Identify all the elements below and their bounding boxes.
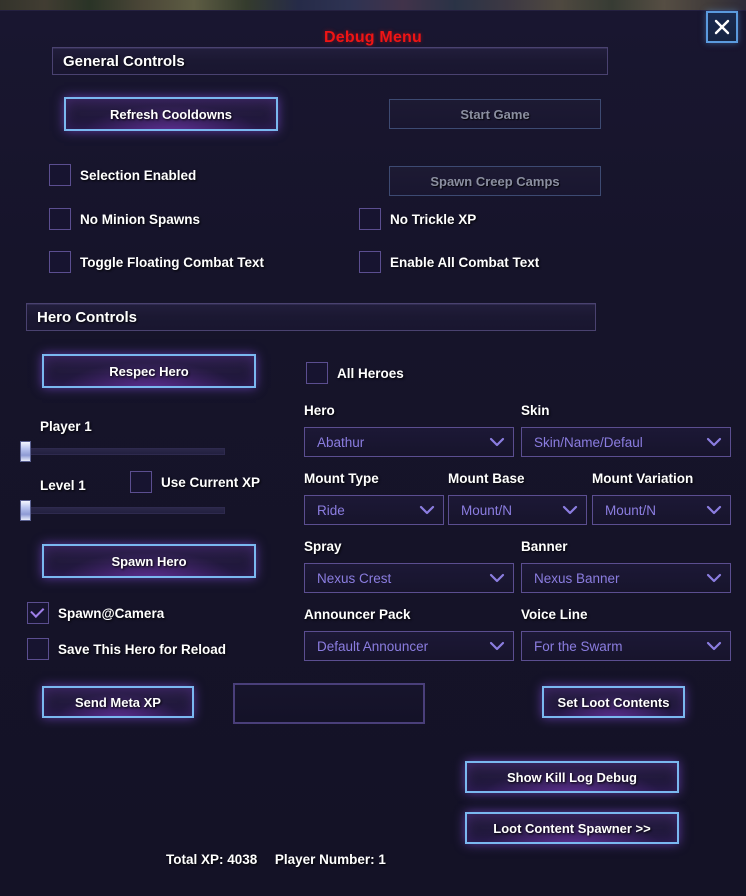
dropdown-mount-base[interactable]: Mount/N bbox=[448, 495, 587, 525]
checkbox-selection-enabled-box[interactable] bbox=[49, 164, 71, 186]
dropdown-banner[interactable]: Nexus Banner bbox=[521, 563, 731, 593]
checkbox-use-current-xp-label: Use Current XP bbox=[161, 474, 261, 490]
level-slider[interactable] bbox=[20, 500, 225, 521]
checkbox-selection-enabled[interactable]: Selection Enabled bbox=[49, 164, 196, 186]
checkbox-no-trickle-xp[interactable]: No Trickle XP bbox=[359, 208, 476, 230]
level-slider-track[interactable] bbox=[28, 507, 225, 514]
chevron-down-icon bbox=[489, 573, 505, 583]
dropdown-mount-variation-label: Mount Variation bbox=[592, 471, 694, 486]
dropdown-spray[interactable]: Nexus Crest bbox=[304, 563, 514, 593]
dropdown-mount-variation[interactable]: Mount/N bbox=[592, 495, 731, 525]
level-slider-label: Level 1 bbox=[40, 478, 86, 493]
checkbox-spawn-at-camera[interactable]: Spawn@Camera bbox=[27, 602, 164, 624]
player-slider-label: Player 1 bbox=[40, 419, 92, 434]
menu-title: Debug Menu bbox=[324, 29, 422, 46]
chevron-down-icon bbox=[706, 641, 722, 651]
checkbox-toggle-floating-combat-text[interactable]: Toggle Floating Combat Text bbox=[49, 251, 264, 273]
start-game-button: Start Game bbox=[389, 99, 601, 129]
checkbox-all-heroes-box[interactable] bbox=[306, 362, 328, 384]
dropdown-voice-line-label: Voice Line bbox=[521, 607, 588, 622]
debug-menu-panel: Debug Menu General Controls Refresh Cool… bbox=[0, 10, 746, 896]
loot-content-spawner-button[interactable]: Loot Content Spawner >> bbox=[465, 812, 679, 844]
checkbox-enable-all-combat-text-label: Enable All Combat Text bbox=[390, 254, 540, 270]
dropdown-mount-base-label: Mount Base bbox=[448, 471, 525, 486]
respec-hero-button[interactable]: Respec Hero bbox=[42, 354, 256, 388]
checkbox-toggle-floating-combat-text-label: Toggle Floating Combat Text bbox=[80, 254, 264, 270]
dropdown-mount-base-value: Mount/N bbox=[461, 502, 513, 518]
chevron-down-icon bbox=[562, 505, 578, 515]
level-slider-handle[interactable] bbox=[20, 500, 31, 521]
game-background-strip bbox=[0, 0, 746, 10]
dropdown-mount-type-value: Ride bbox=[317, 502, 345, 518]
checkbox-toggle-floating-combat-text-box[interactable] bbox=[49, 251, 71, 273]
send-meta-xp-button[interactable]: Send Meta XP bbox=[42, 686, 194, 718]
checkbox-all-heroes[interactable]: All Heroes bbox=[306, 362, 404, 384]
checkbox-no-trickle-xp-box[interactable] bbox=[359, 208, 381, 230]
section-header-hero-controls-label: Hero Controls bbox=[37, 308, 138, 326]
dropdown-hero[interactable]: Abathur bbox=[304, 427, 514, 457]
checkbox-use-current-xp[interactable]: Use Current XP bbox=[130, 471, 260, 493]
dropdown-voice-line[interactable]: For the Swarm bbox=[521, 631, 731, 661]
dropdown-skin[interactable]: Skin/Name/Defaul bbox=[521, 427, 731, 457]
status-bar: Total XP: 4038 Player Number: 1 bbox=[166, 852, 386, 867]
checkbox-no-trickle-xp-label: No Trickle XP bbox=[390, 211, 477, 227]
chevron-down-icon bbox=[419, 505, 435, 515]
dropdown-voice-line-value: For the Swarm bbox=[534, 638, 623, 654]
dropdown-spray-label: Spray bbox=[304, 539, 342, 554]
show-kill-log-debug-button[interactable]: Show Kill Log Debug bbox=[465, 761, 679, 793]
spawn-hero-button[interactable]: Spawn Hero bbox=[42, 544, 256, 578]
player-slider-handle[interactable] bbox=[20, 441, 31, 462]
section-header-general-controls: General Controls bbox=[52, 47, 608, 75]
dropdown-mount-variation-value: Mount/N bbox=[605, 502, 657, 518]
player-number-label: Player Number: 1 bbox=[274, 852, 386, 867]
checkbox-selection-enabled-label: Selection Enabled bbox=[80, 167, 197, 183]
dropdown-announcer-pack[interactable]: Default Announcer bbox=[304, 631, 514, 661]
checkbox-save-hero-for-reload-box[interactable] bbox=[27, 638, 49, 660]
dropdown-hero-value: Abathur bbox=[317, 434, 365, 450]
checkbox-all-heroes-label: All Heroes bbox=[337, 365, 404, 381]
dropdown-mount-type-label: Mount Type bbox=[304, 471, 379, 486]
chevron-down-icon bbox=[489, 437, 505, 447]
xp-amount-input[interactable] bbox=[233, 683, 425, 724]
checkbox-no-minion-spawns-label: No Minion Spawns bbox=[80, 211, 200, 227]
refresh-cooldowns-button[interactable]: Refresh Cooldowns bbox=[64, 97, 278, 131]
checkbox-spawn-at-camera-box[interactable] bbox=[27, 602, 49, 624]
dropdown-announcer-pack-label: Announcer Pack bbox=[304, 607, 411, 622]
dropdown-skin-label: Skin bbox=[521, 403, 550, 418]
player-slider[interactable] bbox=[20, 441, 225, 462]
dropdown-skin-value: Skin/Name/Defaul bbox=[534, 434, 643, 450]
chevron-down-icon bbox=[706, 437, 722, 447]
checkbox-use-current-xp-box[interactable] bbox=[130, 471, 152, 493]
dropdown-hero-label: Hero bbox=[304, 403, 335, 418]
checkbox-enable-all-combat-text[interactable]: Enable All Combat Text bbox=[359, 251, 539, 273]
chevron-down-icon bbox=[489, 641, 505, 651]
section-header-general-controls-label: General Controls bbox=[63, 52, 185, 70]
dropdown-announcer-pack-value: Default Announcer bbox=[317, 638, 429, 654]
total-xp-label: Total XP: 4038 bbox=[166, 852, 258, 867]
set-loot-contents-button[interactable]: Set Loot Contents bbox=[542, 686, 685, 718]
player-slider-track[interactable] bbox=[28, 448, 225, 455]
dropdown-spray-value: Nexus Crest bbox=[317, 570, 392, 586]
dropdown-banner-value: Nexus Banner bbox=[534, 570, 620, 586]
dropdown-mount-type[interactable]: Ride bbox=[304, 495, 444, 525]
checkbox-spawn-at-camera-label: Spawn@Camera bbox=[58, 605, 165, 621]
checkbox-no-minion-spawns-box[interactable] bbox=[49, 208, 71, 230]
checkbox-enable-all-combat-text-box[interactable] bbox=[359, 251, 381, 273]
spawn-creep-camps-button: Spawn Creep Camps bbox=[389, 166, 601, 196]
checkbox-save-hero-for-reload-label: Save This Hero for Reload bbox=[58, 641, 227, 657]
checkbox-save-hero-for-reload[interactable]: Save This Hero for Reload bbox=[27, 638, 226, 660]
section-header-hero-controls: Hero Controls bbox=[26, 303, 596, 331]
checkbox-no-minion-spawns[interactable]: No Minion Spawns bbox=[49, 208, 200, 230]
chevron-down-icon bbox=[706, 573, 722, 583]
dropdown-banner-label: Banner bbox=[521, 539, 568, 554]
chevron-down-icon bbox=[706, 505, 722, 515]
